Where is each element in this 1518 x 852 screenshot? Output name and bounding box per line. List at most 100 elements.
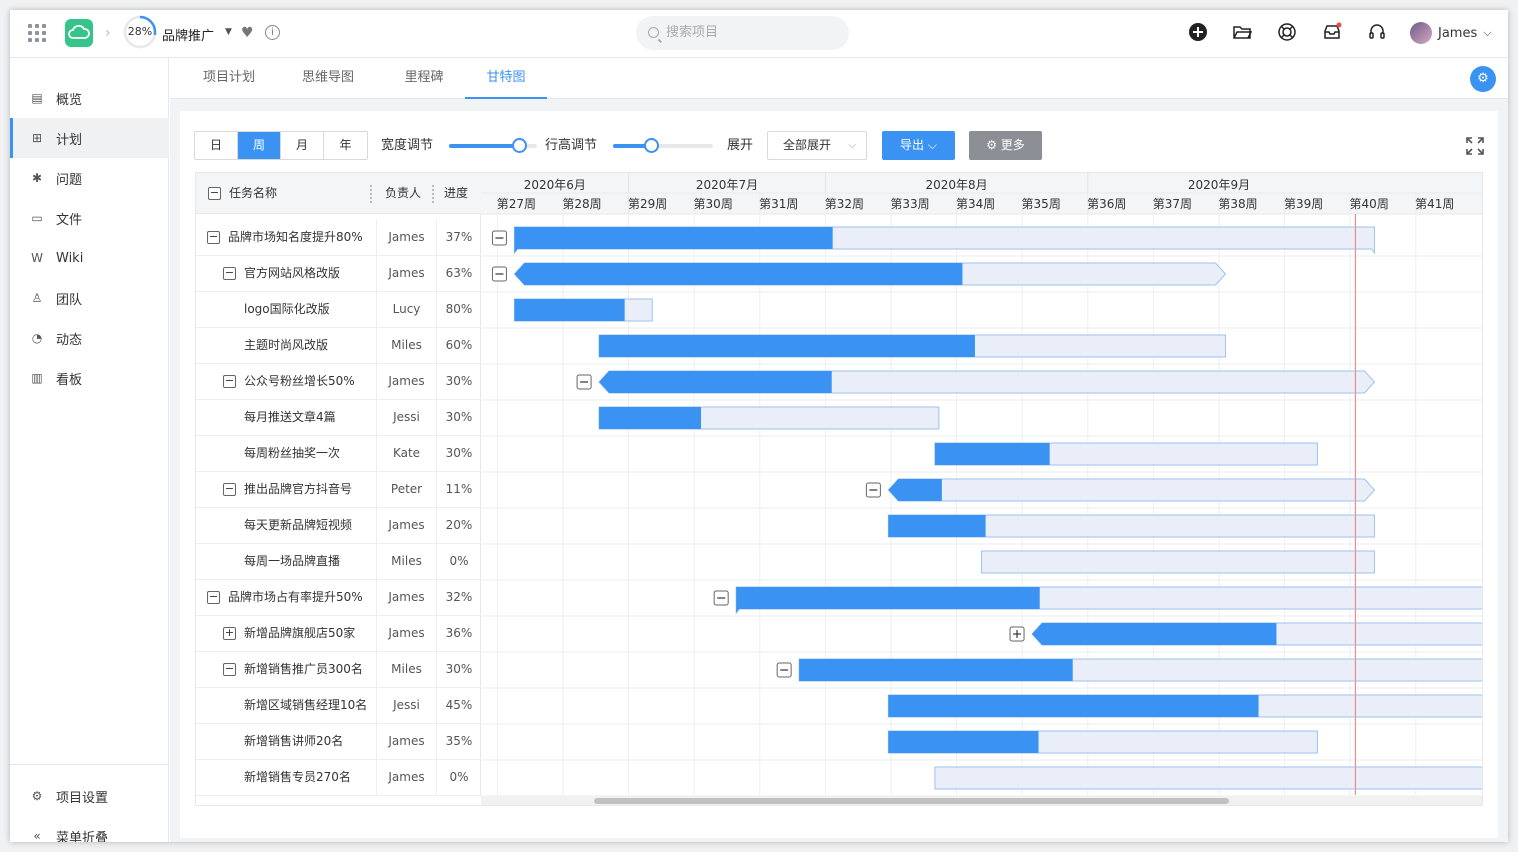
collapse-toggle-icon[interactable]: − [223, 375, 236, 388]
sidebar-bottom-label: 项目设置 [56, 790, 109, 806]
width-adjust-label: 宽度调节 [381, 138, 434, 153]
export-button[interactable]: 导出 ⌵ [882, 131, 955, 160]
task-bar-progress [599, 335, 975, 357]
sidebar-item-7[interactable]: ▥ 看板 [10, 358, 169, 398]
sidebar-item-3[interactable]: ▭ 文件 [10, 198, 169, 238]
view-button-3[interactable]: 年 [324, 132, 367, 159]
height-slider-handle[interactable] [644, 138, 659, 153]
table-row[interactable]: 每周一场品牌直播 Miles 0% [196, 544, 481, 580]
collapse-toggle-icon[interactable] [491, 266, 507, 282]
expand-select[interactable]: 全部展开 ⌵ [767, 131, 867, 160]
collapse-toggle-icon[interactable] [491, 230, 507, 246]
collapse-toggle-icon[interactable]: − [223, 483, 236, 496]
headset-icon[interactable] [1367, 22, 1387, 42]
table-row[interactable]: logo国际化改版 Lucy 80% [196, 292, 481, 328]
task-bar-track[interactable] [934, 766, 1483, 790]
collapse-toggle-icon[interactable]: − [207, 591, 220, 604]
more-button[interactable]: ⚙ 更多 [969, 131, 1042, 160]
summary-bar-track[interactable] [887, 478, 1376, 502]
gantt-chart: − 任务名称 负责人 进度 − 品牌市场知名度提升80% James 37% − 官方网站… [195, 172, 1483, 806]
sidebar-item-5[interactable]: ♙ 团队 [10, 278, 169, 318]
table-row[interactable]: − 品牌市场知名度提升80% James 37% [196, 220, 481, 256]
column-resize-handle[interactable] [370, 185, 372, 203]
sidebar-bottom-item-1[interactable]: « 菜单折叠 [10, 816, 169, 842]
width-slider-handle[interactable] [512, 138, 528, 153]
collapse-toggle-icon[interactable]: − [207, 231, 220, 244]
breadcrumb-chevron-icon: › [105, 25, 111, 41]
progress-percent-text: 28% [127, 25, 153, 38]
task-bar-track[interactable] [981, 550, 1375, 574]
table-row[interactable]: − 公众号粉丝增长50% James 30% [196, 364, 481, 400]
add-circle-icon[interactable] [1188, 22, 1208, 42]
task-name: logo国际化改版 [244, 302, 330, 316]
project-progress-ring: 28% [123, 15, 157, 49]
user-name: James [1438, 25, 1478, 41]
sidebar-item-2[interactable]: ✱ 问题 [10, 158, 169, 198]
scrollbar-thumb[interactable] [594, 798, 1229, 804]
table-row[interactable]: 新增区域销售经理10名 Jessi 45% [196, 688, 481, 724]
tab-0[interactable]: 项目计划 [190, 58, 268, 99]
week-label: 第31周 [759, 197, 798, 211]
collapse-toggle-icon[interactable] [713, 590, 729, 606]
sidebar-item-1[interactable]: ⊞ 计划 [10, 118, 169, 158]
user-menu[interactable]: James ⌵ [1410, 22, 1492, 44]
table-row[interactable]: 每周粉丝抽奖一次 Kate 30% [196, 436, 481, 472]
sidebar-item-6[interactable]: ◔ 动态 [10, 318, 169, 358]
table-row[interactable]: 主题时尚风改版 Miles 60% [196, 328, 481, 364]
folder-icon[interactable] [1232, 22, 1252, 42]
task-table: − 任务名称 负责人 进度 − 品牌市场知名度提升80% James 37% − 官方网站… [196, 173, 481, 796]
task-bar-progress [888, 731, 1039, 753]
row-height-slider[interactable] [613, 138, 713, 153]
table-row[interactable]: + 新增品牌旗舰店50家 James 36% [196, 616, 481, 652]
table-row[interactable]: 每月推送文章4篇 Jessi 30% [196, 400, 481, 436]
info-icon[interactable]: i [265, 25, 280, 40]
view-button-1[interactable]: 周 [238, 132, 281, 159]
collapse-all-toggle[interactable]: − [208, 187, 221, 200]
inbox-icon[interactable] [1322, 22, 1342, 42]
collapse-toggle-icon[interactable]: − [223, 267, 236, 280]
table-row[interactable]: 新增销售专员270名 James 0% [196, 760, 481, 796]
width-adjust-slider[interactable] [449, 138, 537, 153]
lifebuoy-icon[interactable] [1277, 22, 1297, 42]
task-owner: Lucy [376, 292, 436, 328]
apps-grid-icon[interactable] [28, 24, 46, 42]
table-row[interactable]: 每天更新品牌短视频 James 20% [196, 508, 481, 544]
sidebar-bottom-item-0[interactable]: ⚙ 项目设置 [10, 776, 169, 816]
table-row[interactable]: − 品牌市场占有率提升50% James 32% [196, 580, 481, 616]
collapse-toggle-icon[interactable] [576, 374, 592, 390]
collapse-toggle-icon[interactable] [865, 482, 881, 498]
collapse-toggle-icon[interactable] [776, 662, 792, 678]
gantt-settings-gear-icon[interactable]: ⚙ [1470, 66, 1496, 92]
horizontal-scrollbar[interactable] [481, 796, 1482, 805]
tab-1[interactable]: 思维导图 [287, 58, 369, 99]
table-row[interactable]: − 官方网站风格改版 James 63% [196, 256, 481, 292]
cloud-logo-icon[interactable] [65, 19, 93, 47]
fullscreen-icon[interactable] [1466, 137, 1484, 155]
view-button-2[interactable]: 月 [281, 132, 324, 159]
task-owner: James [376, 256, 436, 292]
main-content: 日周月年 宽度调节 行高调节 展开 全部展开 ⌵ 导出 ⌵ ⚙ 更多 − 任务名… [170, 99, 1508, 842]
table-row[interactable]: − 新增销售推广员300名 Miles 30% [196, 652, 481, 688]
project-caret-down-icon[interactable]: ▼ [225, 27, 232, 37]
search-input[interactable]: 搜索项目 [636, 16, 849, 50]
tab-3[interactable]: 甘特图 [465, 58, 547, 99]
project-name[interactable]: 品牌推广 [162, 25, 214, 44]
favorite-heart-icon[interactable]: ♥ [241, 25, 254, 41]
column-resize-handle[interactable] [432, 185, 434, 203]
table-row[interactable]: 新增销售讲师20名 James 35% [196, 724, 481, 760]
task-name: 品牌市场占有率提升50% [228, 590, 363, 604]
expand-toggle-icon[interactable]: + [223, 627, 236, 640]
task-name: 每月推送文章4篇 [244, 410, 336, 424]
tab-2[interactable]: 里程碑 [383, 58, 465, 99]
view-button-0[interactable]: 日 [195, 132, 238, 159]
activity-icon: ◔ [31, 331, 43, 345]
week-label: 第30周 [694, 197, 733, 211]
expand-toggle-icon[interactable] [1009, 626, 1025, 642]
sidebar-item-0[interactable]: ▤ 概览 [10, 78, 169, 118]
collapse-toggle-icon[interactable]: − [223, 663, 236, 676]
task-name: 每天更新品牌短视频 [244, 518, 353, 532]
task-name: 公众号粉丝增长50% [244, 374, 355, 388]
table-row[interactable]: − 推出品牌官方抖音号 Peter 11% [196, 472, 481, 508]
sidebar-item-4[interactable]: W Wiki [10, 238, 169, 278]
sidebar-item-label: 团队 [56, 292, 83, 308]
